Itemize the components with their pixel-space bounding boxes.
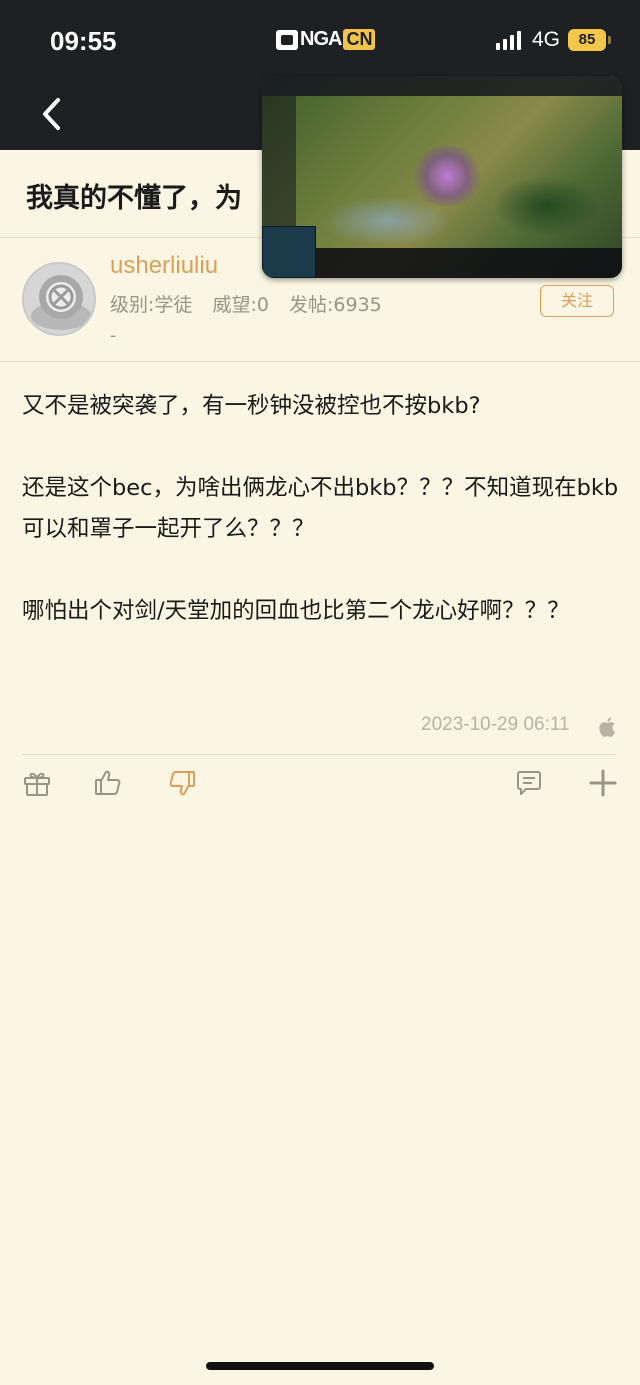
video-game-topbar	[262, 76, 622, 96]
like-button[interactable]	[93, 768, 123, 798]
post-content: 又不是被突袭了，有一秒钟没被控也不按bkb? 还是这个bec，为啥出俩龙心不出b…	[22, 386, 622, 673]
author-info: usherliuliu 级别:学徒 威望:0 发帖:6935 - 关注	[0, 238, 640, 362]
video-game-side-panel	[262, 96, 296, 226]
plus-icon	[589, 769, 617, 797]
avatar[interactable]	[22, 262, 96, 336]
user-signature: -	[110, 326, 117, 346]
nga-logo-mark-icon	[276, 29, 298, 50]
cellular-signal-icon	[496, 30, 521, 50]
apple-icon	[598, 716, 618, 738]
username[interactable]: usherliuliu	[110, 252, 218, 280]
user-post-count: 发帖:6935	[289, 294, 382, 316]
more-button[interactable]	[588, 768, 618, 798]
logo-text-nga: NGA	[300, 28, 342, 50]
dislike-button[interactable]	[167, 768, 197, 798]
user-reputation: 威望:0	[212, 294, 269, 316]
thumbs-up-icon	[95, 770, 121, 795]
post-paragraph: 哪怕出个对剑/天堂加的回血也比第二个龙心好啊？？？	[22, 598, 570, 624]
back-button[interactable]	[34, 94, 74, 134]
battery-level: 85	[568, 29, 606, 51]
home-indicator[interactable]	[206, 1362, 434, 1370]
logo-text-cn: CN	[343, 29, 376, 50]
gift-button[interactable]	[22, 768, 52, 798]
post-paragraph: 还是这个bec，为啥出俩龙心不出bkb？？？不知道现在bkb可以和罩子一起开了么…	[22, 475, 619, 542]
video-scene-spell-effect	[412, 146, 482, 206]
user-level: 级别:学徒	[110, 294, 193, 316]
status-time: 09:55	[50, 26, 117, 56]
nga-logo: NGA CN	[276, 28, 376, 51]
chevron-left-icon	[43, 98, 60, 130]
post-paragraph: 又不是被突袭了，有一秒钟没被控也不按bkb?	[22, 393, 481, 419]
comment-icon	[517, 771, 541, 795]
default-avatar-icon	[24, 264, 94, 334]
post-title: 我真的不懂了，为	[26, 183, 242, 214]
gift-icon	[24, 772, 50, 796]
status-bar: 09:55 NGA CN 4G 85	[0, 0, 640, 80]
follow-button[interactable]: 关注	[540, 285, 614, 317]
post-timestamp: 2023-10-29 06:11	[421, 714, 570, 735]
video-scene-trees	[492, 176, 602, 236]
thumbs-down-icon	[169, 771, 195, 796]
user-stats: 级别:学徒 威望:0 发帖:6935	[110, 290, 396, 317]
content-divider	[22, 754, 616, 755]
network-type: 4G	[532, 28, 561, 51]
battery-tip	[608, 36, 611, 44]
comment-button[interactable]	[514, 768, 544, 798]
